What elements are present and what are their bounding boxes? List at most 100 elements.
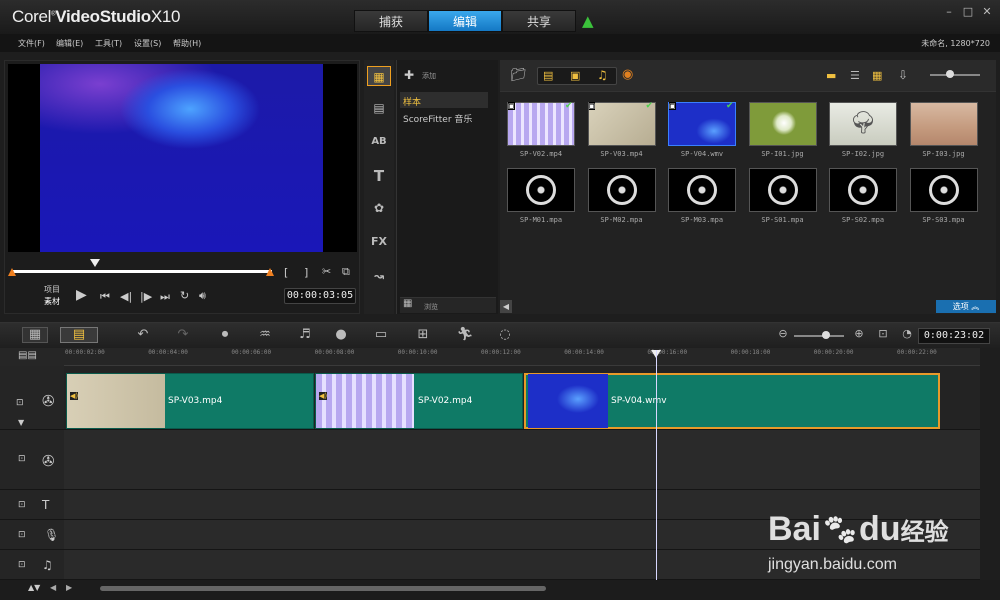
go-start-icon[interactable]: ⏮	[100, 290, 110, 304]
preview-timecode[interactable]: 00:00:03:05	[284, 288, 356, 304]
timeline-horizontal-scrollbar[interactable]	[100, 586, 546, 591]
view-list-icon[interactable]: ☰	[850, 69, 860, 82]
clip-1-thumbnail	[67, 374, 165, 428]
upload-arrow-icon[interactable]: ▲	[582, 12, 594, 30]
repeat-icon[interactable]: ↻	[180, 289, 189, 302]
minimize-icon[interactable]: –	[942, 5, 956, 18]
path-icon[interactable]: ↝	[367, 266, 391, 286]
prev-frame-icon[interactable]: ◀|	[120, 290, 132, 303]
library-thumb-9[interactable]	[668, 168, 736, 212]
auto-music-icon[interactable]: ♬	[294, 327, 316, 342]
scroll-left-icon[interactable]: ◀	[50, 583, 56, 592]
library-thumb-7[interactable]	[507, 168, 575, 212]
library-thumb-5[interactable]: 🌳︎	[829, 102, 897, 146]
library-thumb-10[interactable]	[748, 168, 817, 212]
view-storyboard-icon[interactable]: ▬	[826, 69, 836, 82]
filter-fx-icon[interactable]: FX	[367, 232, 391, 252]
folder-scorefitter[interactable]: ScoreFitter 音乐	[403, 112, 472, 125]
trim-out-marker[interactable]	[266, 268, 274, 276]
scrubber-bar[interactable]	[12, 270, 272, 273]
zoom-out-icon[interactable]: ⊖	[772, 327, 794, 340]
title-lock-icon[interactable]: ⊡	[18, 500, 26, 510]
sound-mixer-icon[interactable]: ♒	[254, 327, 276, 342]
library-thumb-8[interactable]	[587, 168, 656, 212]
overlay-lock-icon[interactable]: ⊡	[18, 454, 26, 464]
go-end-icon[interactable]: ⏭	[160, 290, 170, 304]
timeline-timecode[interactable]: 0:00:23:02	[918, 328, 990, 344]
time-remap-icon[interactable]: 🏃︎	[454, 327, 476, 342]
view-grid-icon[interactable]: ▦	[872, 69, 882, 82]
library-thumb-11[interactable]	[829, 168, 897, 212]
tab-share[interactable]: 共享	[502, 10, 576, 32]
mode-project[interactable]: 项目	[44, 284, 60, 295]
trim-in-marker[interactable]	[8, 268, 16, 276]
tab-edit[interactable]: 编辑	[428, 10, 502, 32]
voice-lock-icon[interactable]: ⊡	[18, 530, 26, 540]
track-expand-icon[interactable]: ▼	[18, 418, 24, 427]
mask-creator-icon[interactable]: ◌	[494, 327, 516, 342]
graphic-icon[interactable]: ✿	[367, 198, 391, 218]
video-badge-icon: ▣	[669, 102, 676, 110]
track-lock-icon[interactable]: ⊡	[16, 398, 24, 408]
zoom-slider[interactable]	[794, 335, 844, 337]
import-folder-icon[interactable]: 📁︎	[510, 68, 527, 83]
add-folder-icon[interactable]: ✚	[404, 68, 414, 82]
resize-icon[interactable]: ⧉	[342, 265, 350, 279]
playhead-line[interactable]	[656, 350, 657, 580]
play-icon[interactable]: ▶	[76, 287, 87, 303]
mark-out-icon[interactable]: ]	[304, 266, 308, 279]
browse-label[interactable]: 浏览	[424, 302, 438, 312]
thumb-size-slider[interactable]	[930, 74, 980, 76]
motion-tracking-icon[interactable]: ●	[330, 327, 352, 342]
library-thumb-12[interactable]	[909, 168, 978, 212]
menu-help[interactable]: 帮助(H)	[173, 38, 201, 49]
mark-in-icon[interactable]: [	[284, 266, 288, 279]
collapse-library-icon[interactable]: ◀	[500, 300, 512, 313]
library-thumb-label: SP-V03.mp4	[600, 150, 643, 158]
clip-2-audio-icon: ◀)	[319, 392, 328, 400]
close-icon[interactable]: ✕	[980, 5, 994, 18]
add-track-icon[interactable]: ▲▼	[28, 583, 40, 592]
browse-icon[interactable]: ▦	[403, 298, 412, 309]
timeline-view-icon[interactable]: ▤	[60, 327, 98, 343]
mode-clip[interactable]: 素材	[44, 296, 60, 307]
media-library-icon[interactable]: ▦	[367, 66, 391, 86]
import-media-icon[interactable]: ⇩	[898, 68, 908, 82]
menu-file[interactable]: 文件(F)	[18, 38, 45, 49]
maximize-icon[interactable]: □	[961, 5, 975, 18]
music-lock-icon[interactable]: ⊡	[18, 560, 26, 570]
redo-icon[interactable]: ↷	[172, 327, 194, 342]
thumb-size-handle[interactable]	[946, 70, 954, 78]
multi-camera-icon[interactable]: ⊞	[412, 327, 434, 342]
library-thumb-4[interactable]	[748, 102, 817, 146]
tab-capture[interactable]: 捕获	[354, 10, 428, 32]
volume-icon[interactable]: 🔊︎	[199, 289, 206, 303]
undo-icon[interactable]: ↶	[132, 327, 154, 342]
zoom-handle[interactable]	[822, 331, 830, 339]
menu-edit[interactable]: 编辑(E)	[56, 38, 83, 49]
menu-tools[interactable]: 工具(T)	[95, 38, 122, 49]
sort-icon[interactable]: ◉	[622, 67, 633, 82]
transition-icon[interactable]: AB	[367, 132, 391, 152]
add-folder-label[interactable]: 添加	[422, 71, 436, 81]
library-thumb-6[interactable]	[909, 102, 978, 146]
overlay-track[interactable]	[64, 430, 980, 490]
subtitle-editor-icon[interactable]: ▭	[370, 327, 392, 342]
track-manager-icon[interactable]: ▤▤	[18, 350, 37, 361]
record-capture-icon[interactable]: ⏺	[214, 327, 236, 342]
scrub-handle[interactable]	[90, 259, 100, 267]
project-duration-icon[interactable]: ◔	[896, 327, 918, 340]
show-audio-icon[interactable]: ♫	[597, 68, 608, 82]
split-scissors-icon[interactable]: ✂	[322, 265, 331, 278]
options-button[interactable]: 选项 ︽	[936, 300, 996, 313]
fit-project-icon[interactable]: ⊡	[872, 327, 894, 340]
menu-settings[interactable]: 设置(S)	[134, 38, 161, 49]
scroll-right-icon[interactable]: ▶	[66, 583, 72, 592]
zoom-in-icon[interactable]: ⊕	[848, 327, 870, 340]
storyboard-view-icon[interactable]: ▦	[22, 327, 48, 343]
title-icon[interactable]: T	[367, 166, 391, 186]
next-frame-icon[interactable]: |▶	[140, 290, 152, 303]
show-video-icon[interactable]: ▤	[543, 69, 553, 82]
show-photo-icon[interactable]: ▣	[570, 69, 580, 82]
instant-project-icon[interactable]: ▤	[367, 98, 391, 118]
